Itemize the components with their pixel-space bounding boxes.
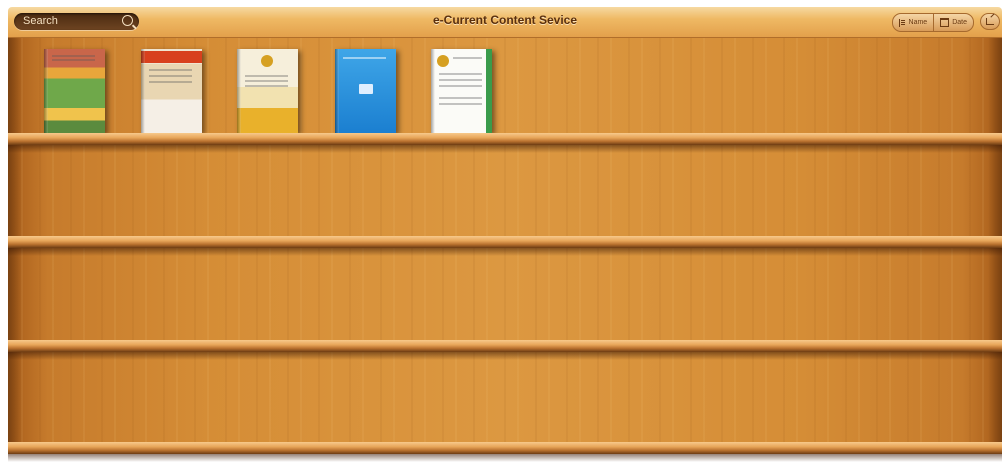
cover-text-line	[439, 79, 482, 81]
cover-text-line	[245, 85, 288, 87]
journal-cover-1[interactable]	[44, 49, 105, 133]
cover-text-line	[343, 57, 386, 59]
list-icon	[898, 18, 906, 27]
book-spine	[335, 49, 339, 133]
cover-edge	[486, 49, 492, 133]
shelf-board	[8, 133, 1002, 153]
cover-text-line	[149, 75, 192, 77]
book-spine	[141, 49, 145, 133]
cover-text-line	[439, 73, 482, 75]
sort-name-label: Name	[908, 19, 928, 26]
shelf-board	[8, 236, 1002, 256]
book-spine	[44, 49, 48, 133]
cover-text-line	[439, 85, 482, 87]
cover-text-line	[453, 57, 482, 59]
journal-cover-4[interactable]	[335, 49, 396, 133]
cover-text-line	[52, 55, 95, 57]
cover-text-line	[245, 80, 288, 82]
sort-by-name-button[interactable]: Name	[893, 14, 934, 31]
cover-text-line	[245, 75, 288, 77]
bookshelf	[8, 38, 1002, 462]
cover-text-line	[149, 69, 192, 71]
cover-text-line	[52, 59, 95, 61]
sort-date-label: Date	[952, 19, 967, 26]
shelf-board	[8, 340, 1002, 360]
cover-text-line	[439, 97, 482, 99]
emblem-icon	[437, 55, 449, 67]
cover-title-band	[141, 51, 202, 63]
share-icon	[986, 18, 994, 25]
folder-icon	[359, 84, 373, 94]
journal-cover-5[interactable]	[431, 49, 492, 133]
cover-text-line	[439, 103, 482, 105]
shelf-board	[8, 442, 1002, 462]
sort-group: Name Date	[891, 13, 974, 32]
page-title: e-Current Content Sevice	[432, 13, 578, 27]
calendar-icon	[940, 18, 950, 27]
journal-cover-3[interactable]	[237, 49, 298, 133]
book-spine	[431, 49, 435, 133]
sort-by-date-button[interactable]: Date	[933, 14, 973, 31]
share-button[interactable]	[980, 13, 1000, 30]
app: Search e-Current Content Sevice Name Dat…	[0, 0, 1002, 462]
book-spine	[237, 49, 241, 133]
journal-cover-2[interactable]	[141, 49, 202, 133]
toolbar: Search e-Current Content Sevice Name Dat…	[8, 7, 1002, 38]
emblem-icon	[261, 55, 273, 67]
cover-text-line	[149, 81, 192, 83]
